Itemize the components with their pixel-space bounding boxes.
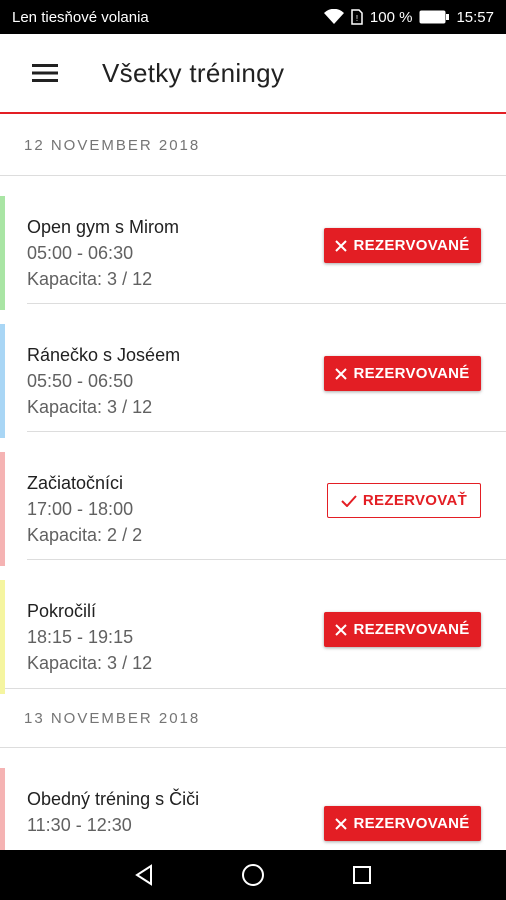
button-label: REZERVOVANÉ — [353, 621, 470, 638]
color-bar — [0, 580, 5, 694]
date-header: 12 NOVEMBER 2018 — [0, 116, 506, 176]
training-capacity: Kapacita: 3 / 12 — [27, 269, 153, 289]
home-circle-icon[interactable] — [228, 850, 278, 900]
list-item[interactable]: Open gym s Mirom 05:00 - 06:30 Kapacita:… — [0, 176, 506, 310]
training-name: Open gym s Mirom — [27, 217, 180, 237]
button-label: REZERVOVAŤ — [362, 492, 468, 509]
training-name: Začiatočníci — [27, 473, 124, 493]
sim-icon: ! — [351, 9, 363, 25]
close-icon — [335, 623, 348, 636]
training-time: 18:15 - 19:15 — [27, 627, 134, 647]
training-time: 11:30 - 12:30 — [27, 815, 132, 835]
list-item[interactable]: Ránečko s Joséem 05:50 - 06:50 Kapacita:… — [0, 304, 506, 438]
close-icon — [335, 239, 348, 252]
training-capacity: Kapacita: 3 / 12 — [27, 397, 153, 417]
cancel-reservation-button[interactable]: REZERVOVANÉ — [324, 612, 481, 647]
cancel-reservation-button[interactable]: REZERVOVANÉ — [324, 228, 481, 263]
cancel-reservation-button[interactable]: REZERVOVANÉ — [324, 806, 481, 841]
training-time: 05:00 - 06:30 — [27, 243, 134, 263]
reserve-button[interactable]: REZERVOVAŤ — [327, 483, 481, 518]
list-item[interactable]: Obedný tréning s Čiči 11:30 - 12:30 REZE… — [0, 748, 506, 850]
close-icon — [335, 817, 348, 830]
close-icon — [335, 367, 348, 380]
button-label: REZERVOVANÉ — [353, 237, 470, 254]
training-name: Obedný tréning s Čiči — [27, 789, 200, 809]
date-header: 13 NOVEMBER 2018 — [0, 688, 506, 748]
status-bar: Len tiesňové volania ! 100 % 15:57 — [0, 0, 506, 34]
clock: 15:57 — [456, 8, 494, 26]
cancel-reservation-button[interactable]: REZERVOVANÉ — [324, 356, 481, 391]
page-title: Všetky tréningy — [102, 57, 285, 88]
navigation-bar — [0, 850, 506, 900]
training-capacity: Kapacita: 3 / 12 — [27, 653, 153, 673]
training-time: 17:00 - 18:00 — [27, 499, 134, 519]
color-bar — [0, 452, 5, 566]
recents-square-icon[interactable] — [337, 850, 387, 900]
button-label: REZERVOVANÉ — [353, 365, 470, 382]
color-bar — [0, 324, 5, 438]
check-icon — [341, 494, 357, 507]
training-name: Pokročilí — [27, 601, 97, 621]
training-capacity: Kapacita: 2 / 2 — [27, 525, 143, 545]
list-item[interactable]: Začiatočníci 17:00 - 18:00 Kapacita: 2 /… — [0, 432, 506, 566]
training-time: 05:50 - 06:50 — [27, 371, 134, 391]
app-bar: Všetky tréningy — [0, 34, 506, 114]
list-item[interactable]: Pokročilí 18:15 - 19:15 Kapacita: 3 / 12… — [0, 560, 506, 694]
color-bar — [0, 768, 5, 850]
button-label: REZERVOVANÉ — [353, 815, 470, 832]
battery-percent: 100 % — [369, 8, 413, 26]
svg-text:!: ! — [356, 14, 358, 23]
color-bar — [0, 196, 5, 310]
wifi-icon — [323, 9, 344, 25]
back-triangle-icon[interactable] — [119, 850, 169, 900]
carrier-text: Len tiesňové volania — [12, 8, 149, 26]
training-name: Ránečko s Joséem — [27, 345, 181, 365]
battery-icon — [419, 10, 450, 24]
hamburger-menu-icon[interactable] — [0, 33, 90, 113]
training-list[interactable]: 12 NOVEMBER 2018 Open gym s Mirom 05:00 … — [0, 116, 506, 850]
